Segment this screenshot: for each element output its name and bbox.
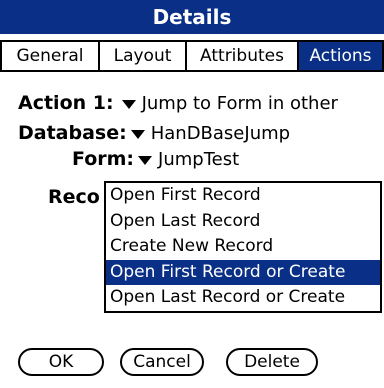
tab-attributes[interactable]: Attributes	[187, 42, 299, 70]
delete-button[interactable]: Delete	[226, 348, 318, 376]
tab-actions[interactable]: Actions	[299, 42, 382, 70]
option-open-first-record-or-create[interactable]: Open First Record or Create	[106, 259, 380, 286]
dialog-title: Details	[0, 0, 384, 34]
action-selector[interactable]: Jump to Form in other	[142, 93, 338, 114]
tab-general[interactable]: General	[2, 42, 100, 70]
option-open-last-record-or-create[interactable]: Open Last Record or Create	[106, 285, 380, 311]
chevron-down-icon[interactable]	[121, 99, 136, 109]
record-dropdown-list[interactable]: Open First Record Open Last Record Creat…	[104, 181, 382, 313]
option-open-first-record[interactable]: Open First Record	[106, 183, 380, 209]
cancel-button[interactable]: Cancel	[120, 348, 204, 376]
record-row: Reco	[48, 186, 100, 208]
chevron-down-icon[interactable]	[138, 155, 153, 165]
database-row: Database: HanDBaseJump	[18, 122, 290, 144]
database-label: Database:	[18, 122, 127, 144]
option-open-last-record[interactable]: Open Last Record	[106, 209, 380, 235]
record-label: Reco	[48, 186, 100, 208]
tab-bar: General Layout Attributes Actions	[0, 40, 384, 72]
option-create-new-record[interactable]: Create New Record	[106, 234, 380, 260]
database-selector[interactable]: HanDBaseJump	[151, 123, 290, 144]
form-selector[interactable]: JumpTest	[158, 149, 239, 170]
chevron-down-icon[interactable]	[130, 129, 145, 139]
tab-layout[interactable]: Layout	[100, 42, 187, 70]
ok-button[interactable]: OK	[18, 348, 104, 376]
action-label: Action 1:	[18, 92, 114, 114]
action-row: Action 1: Jump to Form in other	[18, 92, 338, 114]
form-label: Form:	[72, 148, 135, 170]
form-row: Form: JumpTest	[72, 148, 239, 170]
